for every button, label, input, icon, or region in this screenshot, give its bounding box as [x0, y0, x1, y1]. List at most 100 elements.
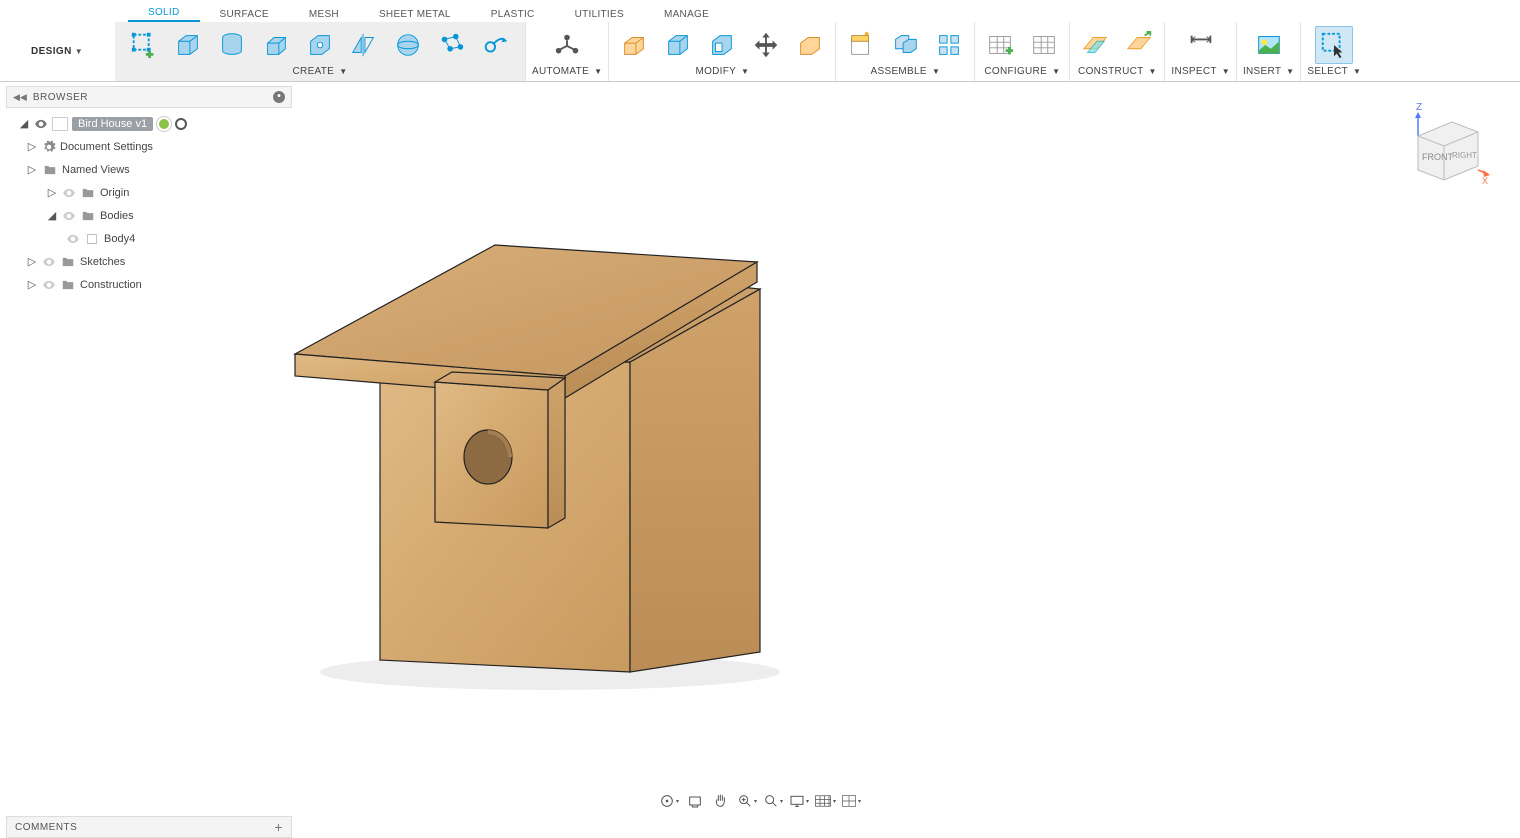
folder-icon: [80, 186, 96, 200]
joint-icon[interactable]: [886, 26, 924, 64]
grid-settings-icon[interactable]: ▾: [814, 792, 836, 810]
modify-label[interactable]: MODIFY ▼: [695, 66, 749, 79]
browser-collapse-icon[interactable]: ◀◀: [13, 92, 27, 103]
comments-label: COMMENTS: [15, 822, 77, 833]
construct-label[interactable]: CONSTRUCT ▼: [1078, 66, 1157, 79]
tree-root[interactable]: ◢ Bird House v1: [6, 112, 292, 135]
plane-icon[interactable]: [1076, 26, 1114, 64]
tree-origin[interactable]: ▷ Origin: [6, 181, 292, 204]
tree-body4[interactable]: Body4: [6, 227, 292, 250]
mirror-icon[interactable]: [345, 26, 383, 64]
tree-label: Document Settings: [60, 141, 153, 153]
sphere-icon[interactable]: [389, 26, 427, 64]
tab-sheet-metal[interactable]: SHEET METAL: [359, 6, 471, 22]
measure-icon[interactable]: [1182, 26, 1220, 64]
tree-sketches[interactable]: ▷ Sketches: [6, 250, 292, 273]
align-icon[interactable]: [791, 26, 829, 64]
visibility-off-icon[interactable]: [62, 186, 76, 200]
expand-icon[interactable]: ▷: [26, 140, 38, 153]
group-create: CREATE ▼: [115, 22, 525, 81]
axis-icon[interactable]: [1120, 26, 1158, 64]
context-tabs: SOLID SURFACE MESH SHEET METAL PLASTIC U…: [0, 0, 1520, 22]
folder-icon: [42, 163, 58, 177]
joint-origin-icon[interactable]: [930, 26, 968, 64]
group-select: SELECT ▼: [1300, 22, 1367, 81]
expand-icon[interactable]: ▷: [26, 255, 38, 268]
expand-icon[interactable]: ▷: [26, 278, 38, 291]
insert-icon[interactable]: [1250, 26, 1288, 64]
viewcube-front[interactable]: FRONT: [1422, 152, 1453, 162]
browser-panel: ◀◀ BROWSER • ◢ Bird House v1 ▷ Document …: [6, 86, 292, 300]
orbit-icon[interactable]: ▾: [658, 792, 680, 810]
create-label[interactable]: CREATE ▼: [293, 66, 348, 79]
configure-label[interactable]: CONFIGURE ▼: [984, 66, 1060, 79]
inspect-label[interactable]: INSPECT ▼: [1171, 66, 1230, 79]
visibility-icon[interactable]: [62, 209, 76, 223]
display-settings-icon[interactable]: ▾: [788, 792, 810, 810]
fillet-icon[interactable]: [659, 26, 697, 64]
configure-icon[interactable]: [981, 26, 1019, 64]
tab-utilities[interactable]: UTILITIES: [555, 6, 644, 22]
select-icon[interactable]: [1315, 26, 1353, 64]
tree-label: Origin: [100, 187, 129, 199]
tab-solid[interactable]: SOLID: [128, 4, 200, 22]
expand-icon[interactable]: ◢: [46, 209, 58, 222]
visibility-icon[interactable]: [42, 255, 56, 269]
tab-manage[interactable]: MANAGE: [644, 6, 729, 22]
view-cube[interactable]: Z FRONT RIGHT X: [1400, 98, 1490, 188]
select-label[interactable]: SELECT ▼: [1307, 66, 1361, 79]
revolve-icon[interactable]: [301, 26, 339, 64]
new-component-icon[interactable]: [842, 26, 880, 64]
tree-named-views[interactable]: ▷ Named Views: [6, 158, 292, 181]
tree-bodies[interactable]: ◢ Bodies: [6, 204, 292, 227]
viewcube-right[interactable]: RIGHT: [1452, 151, 1477, 160]
fit-icon[interactable]: ▾: [762, 792, 784, 810]
browser-title: BROWSER: [33, 92, 267, 103]
browser-options-icon[interactable]: •: [273, 91, 285, 103]
tab-surface[interactable]: SURFACE: [200, 6, 289, 22]
activate-icon[interactable]: [175, 118, 187, 130]
visibility-icon[interactable]: [34, 117, 48, 131]
zoom-icon[interactable]: ▾: [736, 792, 758, 810]
press-pull-icon[interactable]: [615, 26, 653, 64]
visibility-icon[interactable]: [42, 278, 56, 292]
comments-panel[interactable]: COMMENTS +: [6, 816, 292, 838]
box-icon[interactable]: [169, 26, 207, 64]
expand-icon[interactable]: ▷: [26, 163, 38, 176]
tab-plastic[interactable]: PLASTIC: [471, 6, 555, 22]
pan-icon[interactable]: [710, 792, 732, 810]
save-status-icon: [157, 117, 171, 131]
tab-mesh[interactable]: MESH: [289, 6, 359, 22]
folder-icon: [60, 278, 76, 292]
expand-icon[interactable]: ▷: [46, 186, 58, 199]
group-modify: MODIFY ▼: [608, 22, 835, 81]
workspace-switcher[interactable]: DESIGN▼: [0, 22, 115, 81]
viewport-layout-icon[interactable]: ▾: [840, 792, 862, 810]
visibility-icon[interactable]: [66, 232, 80, 246]
cylinder-icon[interactable]: [213, 26, 251, 64]
automate-label[interactable]: AUTOMATE ▼: [532, 66, 602, 79]
new-sketch-icon[interactable]: [125, 26, 163, 64]
tree-construction[interactable]: ▷ Construction: [6, 273, 292, 296]
tree-doc-settings[interactable]: ▷ Document Settings: [6, 135, 292, 158]
move-icon[interactable]: [747, 26, 785, 64]
derive-icon[interactable]: [477, 26, 515, 64]
browser-tree: ◢ Bird House v1 ▷ Document Settings ▷ Na…: [6, 108, 292, 300]
assemble-label[interactable]: ASSEMBLE ▼: [871, 66, 941, 79]
browser-header[interactable]: ◀◀ BROWSER •: [6, 86, 292, 108]
insert-label[interactable]: INSERT ▼: [1243, 66, 1294, 79]
shell-icon[interactable]: [703, 26, 741, 64]
look-at-icon[interactable]: [684, 792, 706, 810]
add-comment-icon[interactable]: +: [274, 819, 283, 835]
group-insert: INSERT ▼: [1236, 22, 1300, 81]
tree-label: Sketches: [80, 256, 125, 268]
gear-icon: [42, 140, 56, 154]
automate-icon[interactable]: [548, 26, 586, 64]
viewport[interactable]: ◀◀ BROWSER • ◢ Bird House v1 ▷ Document …: [0, 82, 1520, 814]
expand-icon[interactable]: ◢: [18, 117, 30, 130]
tree-label: Bodies: [100, 210, 134, 222]
extrude-icon[interactable]: [257, 26, 295, 64]
model-canvas[interactable]: [260, 182, 820, 702]
manage-config-icon[interactable]: [1025, 26, 1063, 64]
create-form-icon[interactable]: [433, 26, 471, 64]
